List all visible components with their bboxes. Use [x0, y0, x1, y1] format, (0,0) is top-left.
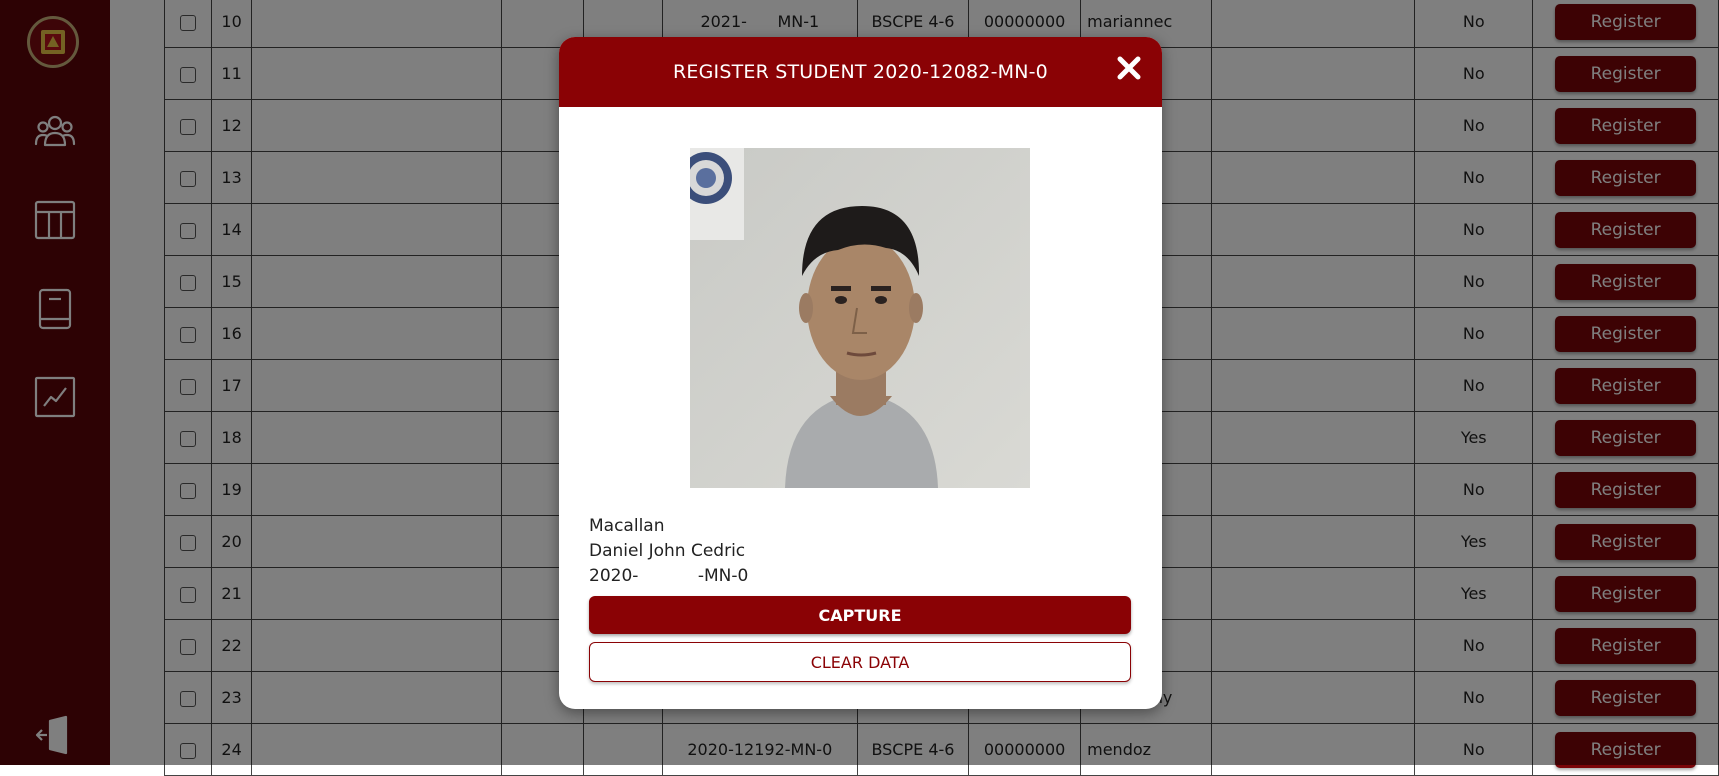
webcam-capture-image — [690, 148, 1030, 488]
student-first-name: Daniel John Cedric — [589, 541, 746, 561]
clear-data-button[interactable]: CLEAR DATA — [589, 642, 1131, 682]
close-icon[interactable] — [1116, 55, 1142, 81]
register-student-modal: REGISTER STUDENT 2020-12082-MN-0 Macalla… — [559, 37, 1162, 709]
modal-title: REGISTER STUDENT 2020-12082-MN-0 — [673, 61, 1048, 83]
modal-header: REGISTER STUDENT 2020-12082-MN-0 — [559, 37, 1162, 107]
student-last-name: Macallan — [589, 516, 665, 536]
capture-button[interactable]: CAPTURE — [589, 596, 1131, 634]
student-number: 2020- -MN-0 — [589, 566, 749, 586]
student-info: Macallan Daniel John Cedric 2020- -MN-0 — [589, 514, 748, 589]
